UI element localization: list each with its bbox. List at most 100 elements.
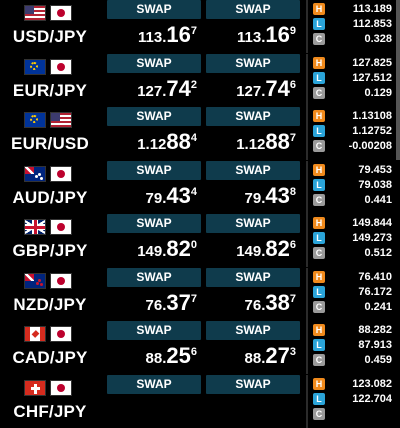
change-line: C 0.512	[313, 246, 400, 261]
bid-price[interactable]: 1.12884	[107, 127, 201, 157]
high-value: 127.825	[352, 56, 392, 69]
high-value: 79.453	[358, 163, 392, 176]
hlc-panel: H 79.453 L 79.038 C 0.441	[313, 163, 400, 208]
currency-row[interactable]: GBP/JPY SWAP 149.820 SWAP 149.826 H 149.844 L 14…	[0, 214, 400, 267]
pair-cell[interactable]: AUD/JPY	[0, 161, 100, 214]
low-badge: L	[313, 339, 325, 351]
bid-price-fraction: 6	[190, 346, 197, 358]
bid-price[interactable]: 79.434	[107, 181, 201, 211]
swap-ask-button[interactable]: SWAP	[206, 267, 300, 287]
pair-cell[interactable]: EUR/JPY	[0, 54, 100, 107]
bid-price-pips: 88	[166, 129, 191, 154]
bid-price-pips: 43	[166, 182, 191, 208]
flag-pair	[24, 58, 72, 77]
bid-price[interactable]: 127.742	[107, 74, 201, 104]
ask-price-fraction: 3	[289, 346, 296, 358]
pair-cell[interactable]: CHF/JPY	[0, 375, 100, 428]
change-badge: C	[313, 247, 325, 259]
bid-price[interactable]	[107, 395, 201, 425]
ask-price-main: 79.	[244, 189, 266, 207]
column-divider	[306, 107, 308, 160]
swap-bid-button[interactable]: SWAP	[107, 321, 201, 340]
high-line: H 127.825	[313, 56, 400, 71]
currency-row[interactable]: CAD/JPY SWAP 88.256 SWAP 88.273 H 88.282 L 87.91…	[0, 321, 400, 374]
column-divider	[306, 321, 308, 374]
low-badge: L	[313, 178, 325, 191]
change-value: 0.459	[364, 354, 392, 366]
ask-price[interactable]: 149.826	[206, 234, 300, 264]
high-badge: H	[313, 110, 325, 122]
eu-flag-icon	[24, 58, 46, 75]
pair-cell[interactable]: NZD/JPY	[0, 268, 100, 321]
swap-ask-button[interactable]: SWAP	[206, 107, 300, 126]
pair-cell[interactable]: EUR/USD	[0, 107, 100, 160]
gb-flag-icon	[24, 219, 46, 235]
bid-price-fraction: 7	[190, 292, 197, 305]
bid-price-main: 76.	[145, 296, 167, 314]
pair-cell[interactable]: USD/JPY	[0, 0, 100, 53]
swap-ask-button[interactable]: SWAP	[206, 374, 300, 394]
swap-ask-button[interactable]: SWAP	[206, 53, 300, 73]
swap-bid-button[interactable]: SWAP	[107, 160, 201, 180]
ask-price[interactable]: 79.438	[206, 181, 300, 211]
currency-row[interactable]: USD/JPY SWAP 113.167 SWAP 113.169 H 113.189 L 11…	[0, 0, 400, 53]
bid-price[interactable]: 149.820	[107, 234, 201, 264]
swap-bid-button[interactable]: SWAP	[107, 107, 201, 126]
high-badge: H	[313, 270, 325, 283]
bid-price-pips: 37	[166, 289, 191, 315]
low-value: 149.273	[352, 232, 392, 244]
hlc-panel: H 76.410 L 76.172 C 0.241	[313, 270, 400, 315]
ask-price-fraction: 6	[289, 239, 296, 251]
jp-flag-icon	[50, 326, 72, 342]
currency-row[interactable]: CHF/JPY SWAP SWAP H 123.082 L 122.704 C	[0, 374, 400, 428]
flag-pair	[24, 219, 72, 237]
bid-price[interactable]: 88.256	[107, 341, 201, 371]
swap-bid-button[interactable]: SWAP	[107, 374, 201, 394]
pair-name: CHF/JPY	[13, 401, 87, 421]
ask-price-pips: 74	[265, 75, 290, 101]
high-value: 123.082	[352, 377, 392, 390]
change-value: -0.00208	[348, 140, 392, 152]
swap-bid-button[interactable]: SWAP	[107, 214, 201, 233]
low-value: 1.12752	[352, 125, 392, 137]
hlc-panel: H 127.825 L 127.512 C 0.129	[313, 56, 400, 101]
ask-price-pips: 38	[265, 289, 290, 315]
swap-ask-button[interactable]: SWAP	[206, 214, 300, 233]
jp-flag-icon	[50, 58, 72, 75]
swap-ask-button[interactable]: SWAP	[206, 0, 300, 19]
low-line: L 122.704	[313, 392, 400, 407]
ask-price[interactable]: 1.12887	[206, 127, 300, 157]
currency-row[interactable]: NZD/JPY SWAP 76.377 SWAP 76.387 H 76.410 L 76.17…	[0, 267, 400, 321]
bid-price[interactable]: 76.377	[107, 288, 201, 318]
ask-price-main: 76.	[244, 296, 266, 314]
ask-price-main: 88.	[244, 350, 266, 367]
pair-cell[interactable]: GBP/JPY	[0, 214, 100, 267]
currency-row[interactable]: EUR/USD SWAP 1.12884 SWAP 1.12887 H 1.13108 L 1.…	[0, 107, 400, 160]
high-line: H 149.844	[313, 216, 400, 231]
bid-price-fraction: 7	[190, 25, 197, 37]
ask-price-pips: 82	[265, 236, 290, 261]
rate-list[interactable]: USD/JPY SWAP 113.167 SWAP 113.169 H 113.189 L 11…	[0, 0, 400, 428]
swap-ask-button[interactable]: SWAP	[206, 321, 300, 340]
high-line: H 79.453	[313, 163, 400, 178]
high-badge: H	[313, 163, 325, 176]
swap-bid-button[interactable]: SWAP	[107, 0, 201, 19]
ask-price[interactable]: 88.273	[206, 341, 300, 371]
ask-price[interactable]	[206, 395, 300, 425]
bid-price[interactable]: 113.167	[107, 20, 201, 50]
swap-ask-button[interactable]: SWAP	[206, 160, 300, 180]
swap-bid-button[interactable]: SWAP	[107, 53, 201, 73]
low-value: 112.853	[352, 18, 392, 30]
ask-price[interactable]: 113.169	[206, 20, 300, 50]
jp-flag-icon	[50, 5, 72, 21]
scrollbar[interactable]	[396, 0, 400, 160]
pair-cell[interactable]: CAD/JPY	[0, 321, 100, 374]
swap-bid-button[interactable]: SWAP	[107, 267, 201, 287]
ask-price[interactable]: 76.387	[206, 288, 300, 318]
column-divider	[306, 53, 308, 107]
change-line: C -0.00208	[313, 139, 400, 154]
currency-row[interactable]: AUD/JPY SWAP 79.434 SWAP 79.438 H 79.453 L 79.03…	[0, 160, 400, 214]
ask-price[interactable]: 127.746	[206, 74, 300, 104]
currency-row[interactable]: EUR/JPY SWAP 127.742 SWAP 127.746 H 127.825 L 12…	[0, 53, 400, 107]
low-value: 122.704	[352, 392, 392, 405]
